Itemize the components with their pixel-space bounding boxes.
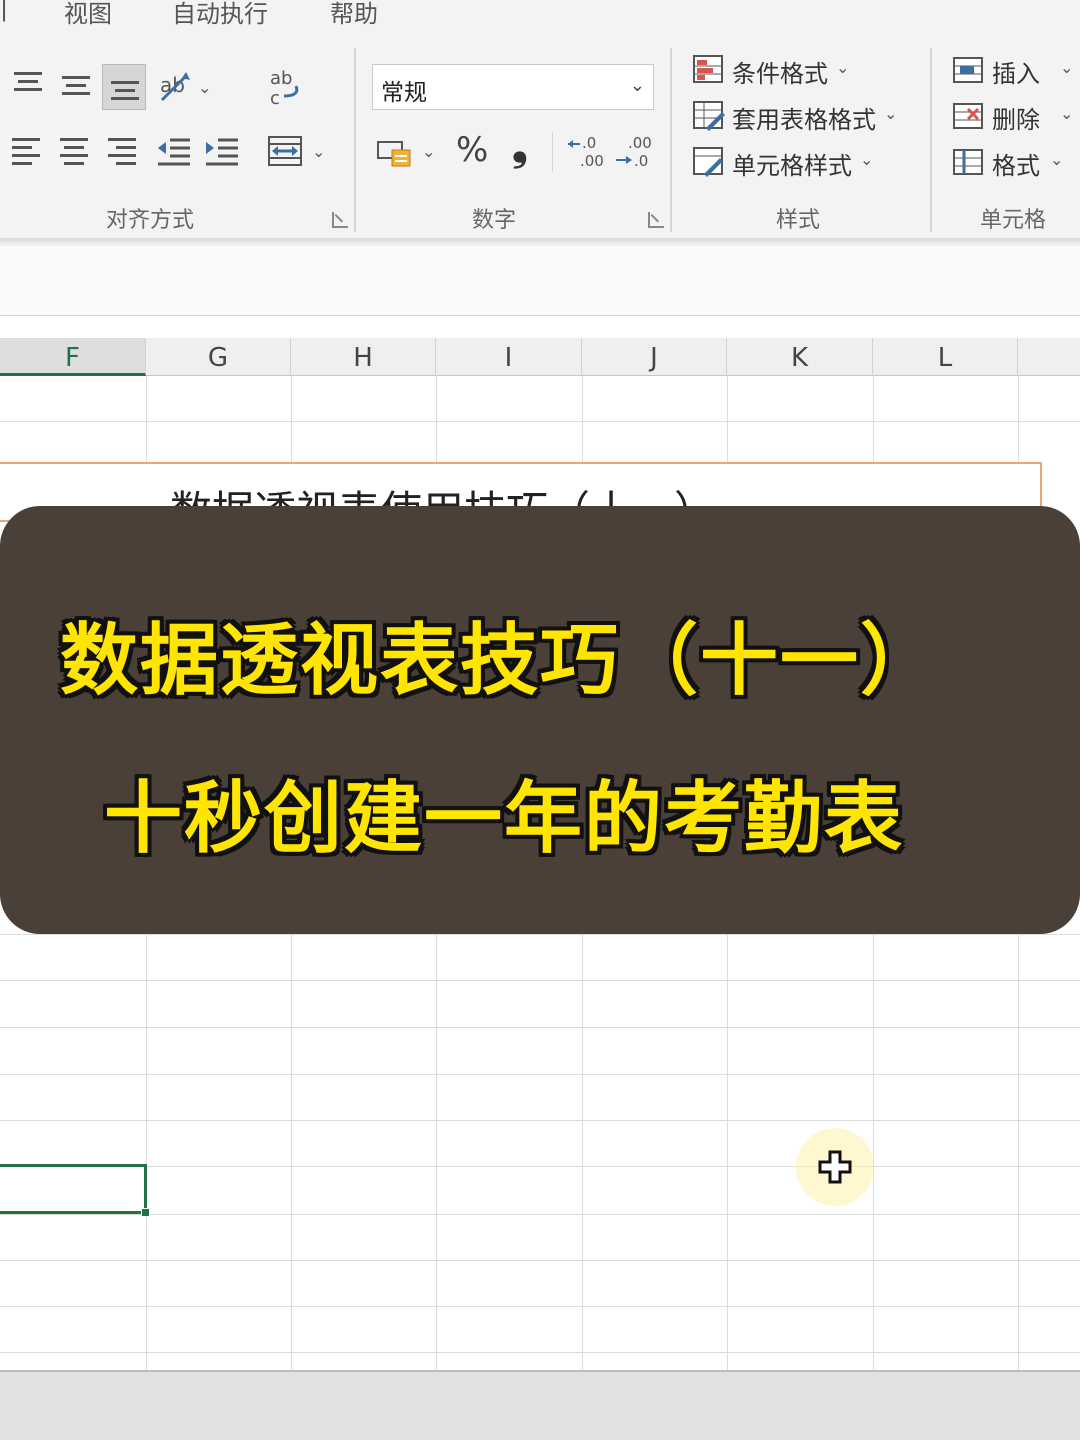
grid-line (0, 1352, 1080, 1353)
comma-style-button[interactable]: ❟ (512, 124, 528, 170)
caption-overlay: 数据透视表技巧（十一） 十秒创建一年的考勤表 (0, 506, 1080, 934)
conditional-formatting-label: 条件格式 (732, 60, 828, 88)
caption-line-2: 十秒创建一年的考勤表 (104, 774, 905, 864)
grid-line (0, 1166, 1080, 1167)
column-header-l[interactable]: L (873, 338, 1018, 376)
tab-help[interactable]: 帮助 (330, 0, 378, 29)
tab-partial[interactable]: | (0, 0, 8, 22)
align-left-icon[interactable] (8, 132, 48, 172)
styles-group-label: 样式 (776, 208, 821, 233)
cell-styles-button[interactable]: 单元格样式 ⌄ (692, 144, 892, 184)
format-button[interactable]: 格式 ⌄ (952, 144, 1080, 184)
grid-line (0, 1260, 1080, 1261)
conditional-formatting-icon (692, 54, 726, 86)
cells-group-label: 单元格 (980, 208, 1047, 233)
grid-line (0, 1306, 1080, 1307)
increase-indent-icon[interactable] (202, 132, 242, 172)
conditional-formatting-button[interactable]: 条件格式 ⌄ (692, 52, 872, 92)
svg-text:.00: .00 (628, 134, 652, 152)
decrease-decimal-icon[interactable]: .00.0 (614, 132, 654, 172)
number-launcher-icon[interactable] (648, 212, 664, 228)
chevron-down-icon: ⌄ (884, 104, 898, 123)
group-separator (930, 48, 932, 232)
chevron-down-icon: ⌄ (860, 150, 874, 169)
svg-text:c: c (270, 88, 280, 109)
group-separator (354, 48, 356, 232)
insert-label: 插入 (992, 60, 1040, 88)
orientation-icon[interactable]: ab (156, 66, 196, 106)
column-headers: F G H I J K L (0, 338, 1080, 376)
delete-cells-icon (952, 100, 986, 132)
alignment-group-label: 对齐方式 (106, 208, 195, 233)
align-bottom-icon[interactable] (102, 64, 146, 110)
chevron-down-icon: ⌄ (629, 75, 645, 96)
accounting-format-icon[interactable] (376, 132, 416, 172)
ribbon-shadow (0, 238, 1080, 246)
sheet-bottom-bar (0, 1370, 1080, 1440)
active-cell-selection[interactable] (0, 1164, 147, 1214)
format-as-table-button[interactable]: 套用表格格式 ⌄ (692, 98, 912, 138)
decrease-indent-icon[interactable] (154, 132, 194, 172)
grid-line (0, 1214, 1080, 1215)
svg-text:.0: .0 (634, 152, 648, 170)
column-header-g[interactable]: G (146, 338, 291, 376)
insert-button[interactable]: 插入 ⌄ (952, 52, 1080, 92)
merge-chevron-down-icon[interactable]: ⌄ (312, 142, 325, 161)
fill-handle[interactable] (141, 1208, 150, 1217)
insert-cells-icon (952, 54, 986, 86)
grid-line (0, 1074, 1080, 1075)
group-separator (670, 48, 672, 232)
column-header-f[interactable]: F (0, 338, 146, 376)
format-cells-icon (952, 146, 986, 178)
number-format-value: 常规 (381, 80, 427, 106)
percent-style-button[interactable]: % (456, 130, 488, 170)
column-header-h[interactable]: H (291, 338, 436, 376)
grid-line (0, 980, 1080, 981)
column-header-k[interactable]: K (727, 338, 873, 376)
svg-text:ab: ab (270, 68, 292, 89)
number-group-label: 数字 (472, 208, 517, 233)
formula-bar-area[interactable] (0, 246, 1080, 316)
cell-select-cursor-icon (818, 1150, 852, 1188)
column-header-i[interactable]: I (436, 338, 582, 376)
format-as-table-icon (692, 100, 726, 132)
alignment-launcher-icon[interactable] (332, 212, 348, 228)
align-right-icon[interactable] (104, 132, 144, 172)
align-middle-icon[interactable] (56, 66, 96, 106)
cell-styles-label: 单元格样式 (732, 152, 852, 180)
accounting-chevron-down-icon[interactable]: ⌄ (422, 142, 435, 161)
grid-line (0, 1120, 1080, 1121)
ribbon: | 视图 自动执行 帮助 ab ⌄ ab c ⌄ 对齐方式 常规 ⌄ ⌄ % ❟… (0, 0, 1080, 240)
column-header-m[interactable] (1018, 338, 1080, 376)
align-center-icon[interactable] (56, 132, 96, 172)
grid-line (0, 421, 1080, 422)
increase-decimal-icon[interactable]: .0.00 (566, 132, 606, 172)
tab-automate[interactable]: 自动执行 (172, 0, 268, 29)
chevron-down-icon: ⌄ (1060, 58, 1074, 77)
delete-button[interactable]: 删除 ⌄ (952, 98, 1080, 138)
excel-window: | 视图 自动执行 帮助 ab ⌄ ab c ⌄ 对齐方式 常规 ⌄ ⌄ % ❟… (0, 0, 1080, 1440)
number-separator (552, 132, 553, 172)
number-format-select[interactable]: 常规 ⌄ (372, 64, 654, 110)
chevron-down-icon: ⌄ (1050, 150, 1064, 169)
cell-styles-icon (692, 146, 726, 178)
grid-line (0, 934, 1080, 935)
caption-line-1: 数据透视表技巧（十一） (60, 616, 941, 706)
chevron-down-icon: ⌄ (836, 58, 850, 77)
wrap-text-icon[interactable]: ab c (266, 66, 306, 109)
svg-text:.00: .00 (580, 152, 604, 170)
format-label: 格式 (992, 152, 1040, 180)
svg-text:ab: ab (160, 73, 185, 97)
column-header-j[interactable]: J (582, 338, 727, 376)
align-top-icon[interactable] (8, 66, 48, 106)
svg-text:.0: .0 (582, 134, 596, 152)
orientation-chevron-down-icon[interactable]: ⌄ (198, 78, 211, 97)
format-as-table-label: 套用表格格式 (732, 106, 876, 134)
grid-line (0, 1027, 1080, 1028)
chevron-down-icon: ⌄ (1060, 104, 1074, 123)
tab-view[interactable]: 视图 (64, 0, 112, 29)
merge-center-icon[interactable] (266, 132, 306, 172)
delete-label: 删除 (992, 106, 1040, 134)
